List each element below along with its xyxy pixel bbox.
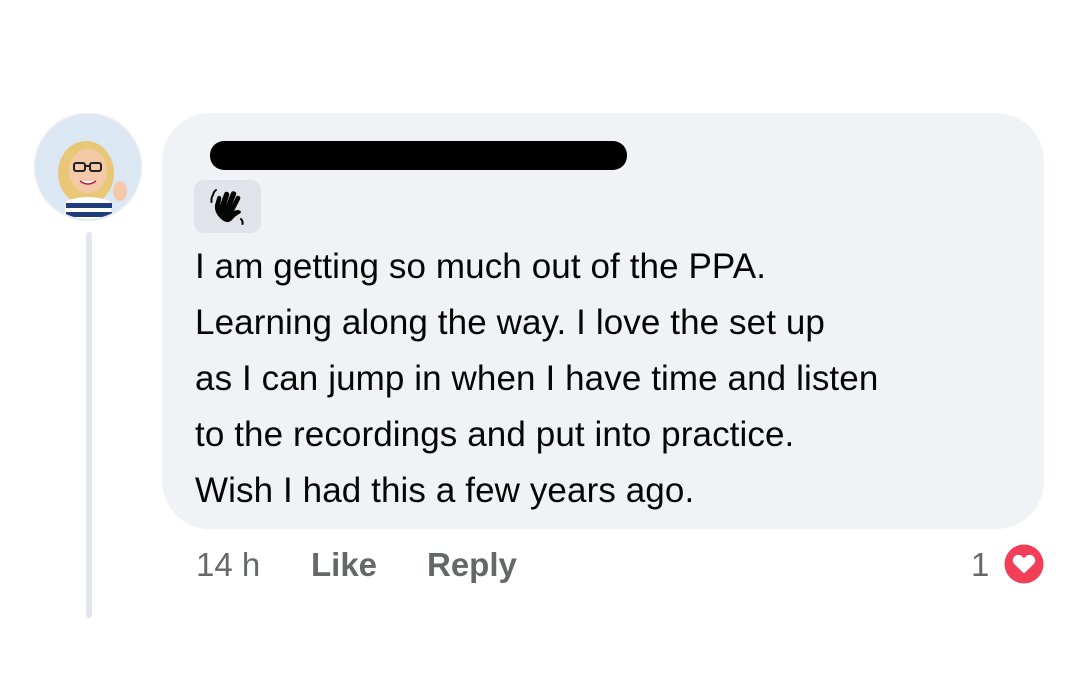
comment-text-line: Wish I had this a few years ago. (195, 471, 695, 510)
reply-button[interactable]: Reply (427, 543, 517, 587)
like-button[interactable]: Like (311, 543, 377, 587)
comment-thread: I am getting so much out of the PPA. Lea… (0, 0, 1080, 700)
waving-hand-icon (209, 188, 244, 225)
thread-connector-line (86, 232, 92, 618)
avatar[interactable] (34, 113, 142, 221)
comment-text-line: Learning along the way. I love the set u… (195, 303, 825, 342)
comment-text-line: I am getting so much out of the PPA. (195, 247, 767, 286)
comment-text-line: as I can jump in when I have time and li… (195, 359, 879, 398)
heart-reaction-icon[interactable] (1001, 541, 1047, 587)
comment-text-line: to the recordings and put into practice. (195, 415, 795, 454)
comment-bubble: I am getting so much out of the PPA. Lea… (162, 113, 1044, 529)
waving-hand-badge[interactable] (194, 180, 261, 233)
heart-icon (1002, 542, 1046, 586)
comment-text: I am getting so much out of the PPA. Lea… (195, 239, 1035, 519)
reaction-count[interactable]: 1 (971, 543, 989, 587)
comment-timestamp[interactable]: 14 h (196, 543, 260, 587)
avatar-illustration (36, 115, 140, 219)
author-name-redaction (210, 141, 627, 170)
